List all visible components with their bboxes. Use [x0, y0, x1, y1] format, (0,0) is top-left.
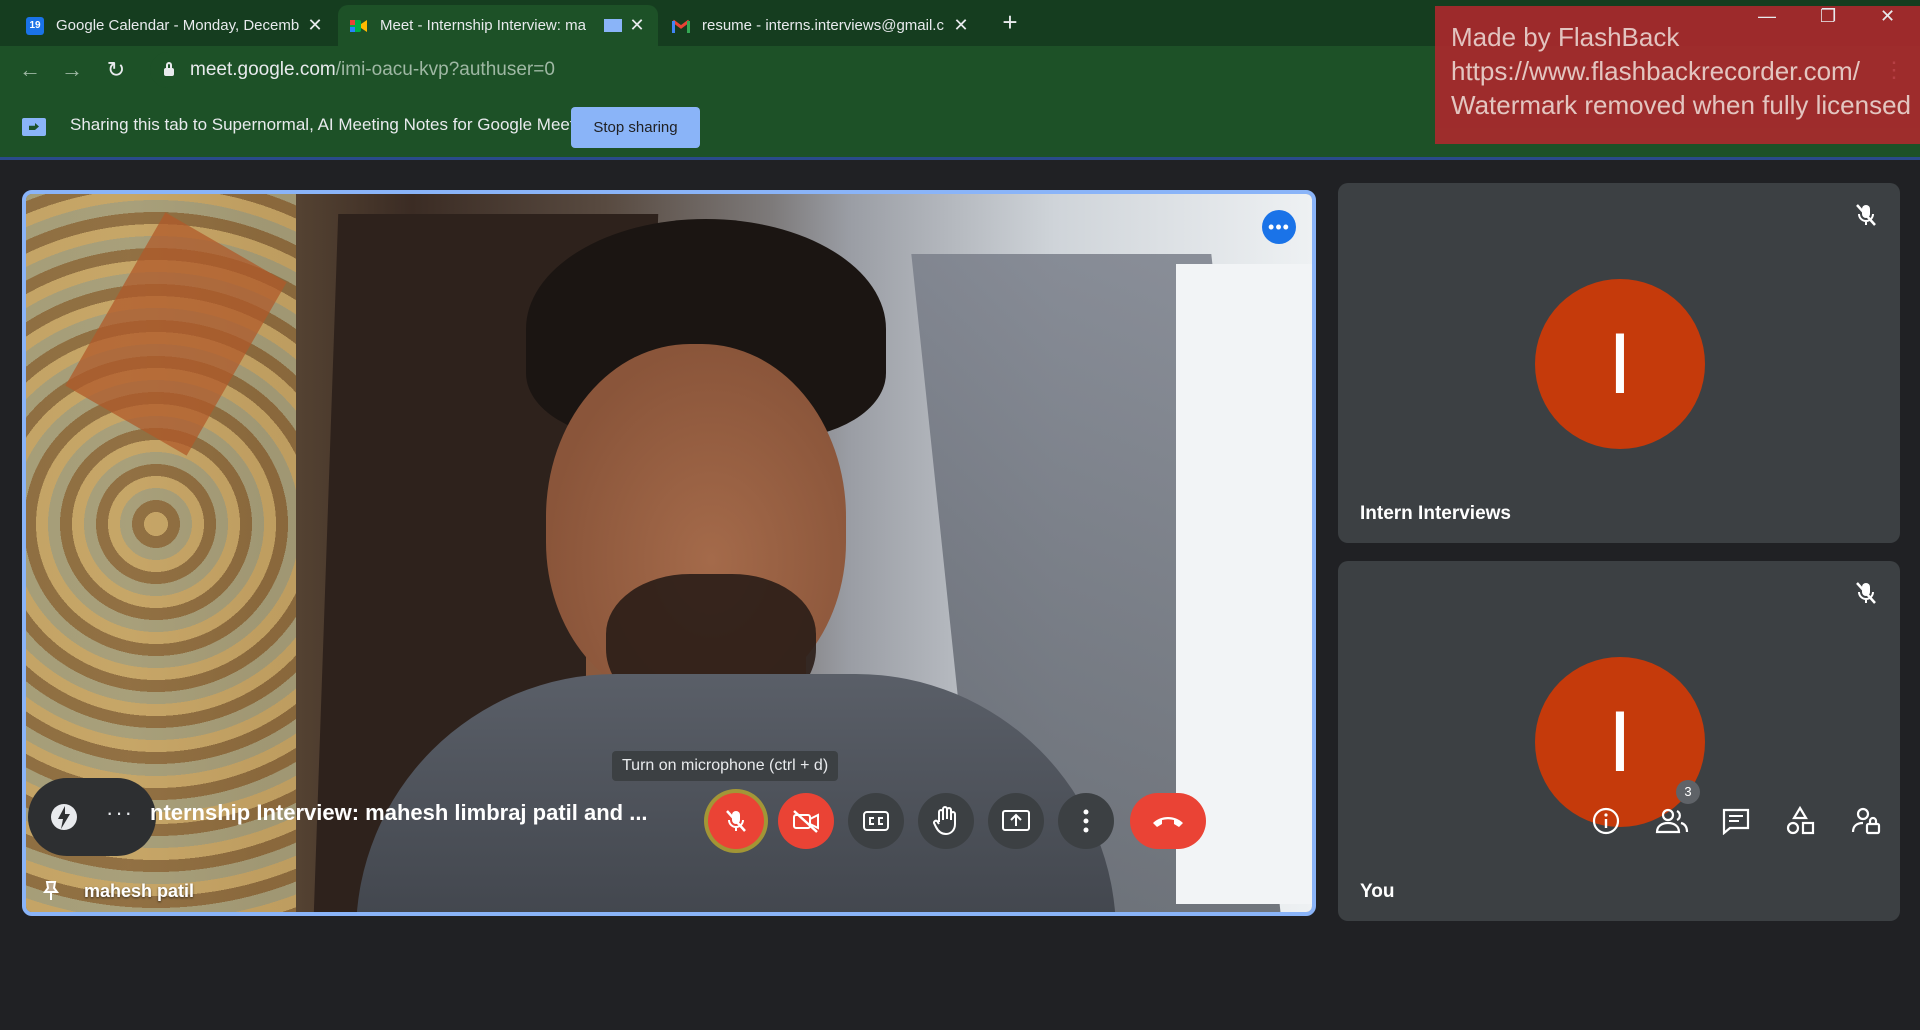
captions-icon — [863, 811, 889, 831]
meeting-title: nternship Interview: mahesh limbraj pati… — [150, 800, 648, 825]
more-addons-icon[interactable]: ··· — [106, 800, 134, 826]
present-icon — [1002, 810, 1030, 831]
close-tab-icon[interactable]: ✕ — [628, 15, 646, 36]
microphone-button[interactable] — [708, 793, 764, 849]
participant-name: You — [1360, 881, 1395, 902]
tab-title: Meet - Internship Interview: ma — [380, 17, 586, 34]
close-tab-icon[interactable]: ✕ — [952, 15, 970, 36]
present-button[interactable] — [988, 793, 1044, 849]
tab-google-calendar[interactable]: 19 Google Calendar - Monday, Decemb ✕ — [14, 5, 336, 46]
minimize-icon[interactable]: — — [1758, 6, 1776, 27]
mic-off-icon — [1856, 204, 1876, 226]
addons-pill[interactable]: ··· — [28, 778, 156, 856]
microphone-tooltip: Turn on microphone (ctrl + d) — [612, 751, 839, 781]
self-tile[interactable]: I You — [1338, 561, 1900, 921]
watermark-line: https://www.flashbackrecorder.com/ — [1451, 56, 1860, 86]
people-icon — [1655, 808, 1689, 834]
mic-off-icon — [1856, 582, 1876, 604]
reload-icon[interactable]: ↻ — [102, 56, 130, 84]
participant-name: mahesh patil — [84, 881, 195, 901]
tab-meet[interactable]: Meet - Internship Interview: ma ✕ — [338, 5, 658, 46]
captions-button[interactable] — [848, 793, 904, 849]
tab-title: resume - interns.interviews@gmail.c — [702, 17, 944, 34]
camera-off-icon — [793, 810, 819, 833]
activities-button[interactable] — [1778, 799, 1822, 843]
gmail-icon — [672, 17, 690, 35]
avatar: I — [1535, 279, 1705, 449]
url-path: /imi-oacu-kvp?authuser=0 — [335, 59, 555, 80]
camera-button[interactable] — [778, 793, 834, 849]
tab-title: Google Calendar - Monday, Decemb — [56, 17, 300, 34]
calendar-icon: 19 — [26, 16, 44, 35]
new-tab-button[interactable]: + — [998, 8, 1022, 36]
hand-icon — [933, 806, 956, 836]
more-options-icon[interactable]: ••• — [1262, 210, 1296, 244]
participant-count-badge: 3 — [1676, 780, 1700, 804]
more-vert-icon — [1083, 809, 1089, 833]
more-options-button[interactable] — [1058, 793, 1114, 849]
host-controls-button[interactable] — [1844, 799, 1888, 843]
lock-icon — [164, 62, 174, 76]
back-icon[interactable]: ← — [16, 56, 44, 84]
meet-icon — [350, 17, 368, 35]
mic-off-icon — [726, 810, 746, 832]
forward-icon[interactable]: → — [58, 56, 86, 84]
url-host: meet.google.com — [190, 59, 336, 80]
recorder-watermark: Made by FlashBack https://www.flashbackr… — [1435, 6, 1920, 144]
chat-icon — [1722, 808, 1750, 835]
people-button[interactable] — [1650, 799, 1694, 843]
raise-hand-button[interactable] — [918, 793, 974, 849]
meeting-details-button[interactable] — [1584, 799, 1628, 843]
participant-tile[interactable]: I Intern Interviews — [1338, 183, 1900, 543]
close-tab-icon[interactable]: ✕ — [306, 15, 324, 36]
chat-button[interactable] — [1714, 799, 1758, 843]
meeting-stage: mahesh patil ••• I Intern Interviews I Y… — [0, 160, 1920, 1030]
watermark-line: Made by FlashBack — [1451, 22, 1680, 52]
lock-person-icon — [1851, 807, 1881, 835]
window-close-icon[interactable]: ✕ — [1880, 6, 1895, 27]
stop-sharing-button[interactable]: Stop sharing — [571, 107, 700, 148]
screen-share-icon — [22, 118, 46, 136]
sharing-message: Sharing this tab to Supernormal, AI Meet… — [70, 115, 575, 134]
supernormal-icon — [51, 804, 77, 830]
watermark-line: Watermark removed when fully licensed — [1451, 90, 1911, 120]
sharing-indicator-icon — [604, 19, 622, 32]
leave-call-button[interactable] — [1130, 793, 1206, 849]
pin-icon — [43, 881, 59, 900]
tab-gmail[interactable]: resume - interns.interviews@gmail.c ✕ — [660, 5, 982, 46]
info-icon — [1592, 807, 1620, 835]
activities-icon — [1786, 806, 1815, 835]
hang-up-icon — [1153, 817, 1183, 827]
participant-name: Intern Interviews — [1360, 503, 1511, 524]
maximize-icon[interactable]: ❐ — [1820, 6, 1836, 27]
